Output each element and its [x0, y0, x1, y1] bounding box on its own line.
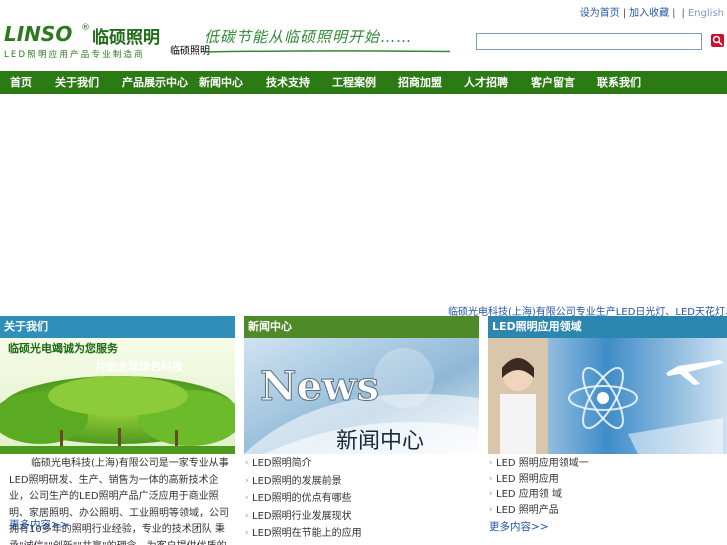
nav-item-products[interactable]: 产品展示中心 [122, 71, 188, 94]
news-list-item[interactable]: › LED照明在节能上的应用 [244, 525, 479, 543]
about-image-caption-1: 临硕光电竭诚为您服务 [8, 341, 119, 355]
news-panel-title: 新闻中心 [244, 316, 479, 338]
news-list: › LED照明简介 › LED照明的发展前景 › LED照明的优点有哪些 › LED照明… [244, 455, 479, 543]
about-panel-image: 临硕光电竭诚为您服务 共创全球绿色科技 [0, 338, 235, 454]
news-panel: 新闻中心 News 新闻中心 › LED照明简介 › LED照明的发展前景 › LED… [244, 316, 479, 545]
news-item-title[interactable]: LED照明行业发展现状 [252, 511, 352, 522]
nav-item-about[interactable]: 关于我们 [55, 71, 99, 94]
application-item-title[interactable]: LED 照明应用 [496, 474, 559, 485]
nav-item-support[interactable]: 技术支持 [266, 71, 310, 94]
link-separator: | [622, 8, 627, 19]
news-image-caption-cn: 新闻中心 [336, 429, 424, 454]
scrolling-marquee[interactable]: 临硕光电科技(上海)有限公司专业生产LED日光灯、LED天花灯、LED射灯、LE… [0, 303, 727, 317]
logo-tagline: LED照明应用产品专业制造商 [4, 50, 145, 60]
news-banner-image: News 新闻中心 [244, 338, 479, 454]
link-separator: | [672, 8, 676, 19]
bullet-icon: › [245, 510, 249, 521]
nav-item-home[interactable]: 首页 [10, 71, 32, 94]
nav-item-cases[interactable]: 工程案例 [332, 71, 376, 94]
marquee-text[interactable]: 临硕光电科技(上海)有限公司专业生产LED日光灯、LED天花灯、LED射灯、LE… [448, 303, 727, 317]
green-tree-banner-image: 临硕光电竭诚为您服务 共创全球绿色科技 [0, 338, 235, 454]
site-logo[interactable]: LINSO ® 临硕照明 LED照明应用产品专业制造商 [4, 22, 169, 66]
logo-wordmark: LINSO [4, 22, 73, 46]
news-item-title[interactable]: LED照明简介 [252, 458, 312, 469]
news-item-title[interactable]: LED照明的优点有哪些 [252, 493, 352, 504]
top-links: 设为首页 | 加入收藏 | | English [580, 4, 724, 19]
bullet-icon: › [245, 528, 249, 538]
slogan-banner: 低碳节能从临硕照明开始…… [204, 24, 452, 56]
english-link[interactable]: English [688, 8, 724, 19]
news-panel-image: News 新闻中心 [244, 338, 479, 454]
news-item-title[interactable]: LED照明在节能上的应用 [252, 528, 362, 539]
slogan-text: 低碳节能从临硕照明开始…… [204, 28, 413, 46]
main-nav: 首页 关于我们 产品展示中心 新闻中心 技术支持 工程案例 招商加盟 人才招聘 … [0, 71, 727, 94]
applications-more-link[interactable]: 更多内容>> [489, 519, 549, 534]
search-input[interactable] [476, 33, 702, 50]
about-more-link[interactable]: 更多内容>> [9, 517, 69, 532]
application-list-item[interactable]: › LED 照明应用领域一 [488, 456, 727, 472]
about-image-caption-2: 共创全球绿色科技 [95, 359, 184, 373]
add-favorite-link[interactable]: 加入收藏 [629, 8, 669, 19]
nav-item-feedback[interactable]: 客户留言 [531, 71, 575, 94]
nav-item-franchise[interactable]: 招商加盟 [398, 71, 442, 94]
news-image-caption-en: News [260, 363, 379, 410]
applications-panel-title: LED照明应用领域 [488, 316, 727, 338]
logo-chinese-name: 临硕照明 [92, 28, 160, 48]
about-panel-title: 关于我们 [0, 316, 235, 338]
applications-panel: LED照明应用领域 › LED 照明应用领域一 › LED 照明应用 › LED… [488, 316, 727, 545]
set-homepage-link[interactable]: 设为首页 [580, 8, 620, 19]
applications-list: › LED 照明应用领域一 › LED 照明应用 › LED 应用领 域 › LED 照… [488, 456, 727, 518]
nav-item-news[interactable]: 新闻中心 [199, 71, 243, 94]
bullet-icon: › [245, 475, 249, 486]
logo-registered-mark: ® [81, 23, 90, 33]
bullet-icon: › [245, 493, 249, 503]
slogan-underline-swoosh [204, 50, 450, 53]
link-separator: | [681, 8, 685, 19]
business-tech-banner-image [488, 338, 727, 454]
application-item-title[interactable]: LED 照明产品 [496, 505, 559, 516]
application-list-item[interactable]: › LED 照明产品 [488, 503, 727, 519]
application-item-title[interactable]: LED 照明应用领域一 [496, 458, 589, 469]
bullet-icon: › [489, 458, 493, 468]
application-list-item[interactable]: › LED 照明应用 [488, 472, 727, 488]
bullet-icon: › [489, 489, 493, 499]
site-header: LINSO ® 临硕照明 LED照明应用产品专业制造商 临硕照明 低碳节能从临硕… [0, 0, 727, 70]
hero-banner-area [0, 94, 727, 304]
application-item-title[interactable]: LED 应用领 域 [496, 489, 562, 500]
nav-item-contact[interactable]: 联系我们 [597, 71, 641, 94]
bullet-icon: › [245, 458, 249, 468]
news-list-item[interactable]: › LED照明行业发展现状 [244, 508, 479, 526]
bullet-icon: › [489, 473, 493, 484]
news-list-item[interactable]: › LED照明的发展前景 [244, 473, 479, 491]
news-item-title[interactable]: LED照明的发展前景 [252, 476, 342, 487]
application-list-item[interactable]: › LED 应用领 域 [488, 487, 727, 503]
search-button[interactable] [711, 34, 724, 47]
about-panel: 关于我们 临硕光电竭诚为您服务 共创全球绿色科技 临硕光电科技(上海)有限公司是… [0, 316, 235, 545]
news-list-item[interactable]: › LED照明的优点有哪些 [244, 490, 479, 508]
applications-panel-image [488, 338, 727, 454]
search-icon [712, 35, 723, 46]
nav-item-jobs[interactable]: 人才招聘 [464, 71, 508, 94]
news-list-item[interactable]: › LED照明简介 [244, 455, 479, 473]
bullet-icon: › [489, 504, 493, 515]
